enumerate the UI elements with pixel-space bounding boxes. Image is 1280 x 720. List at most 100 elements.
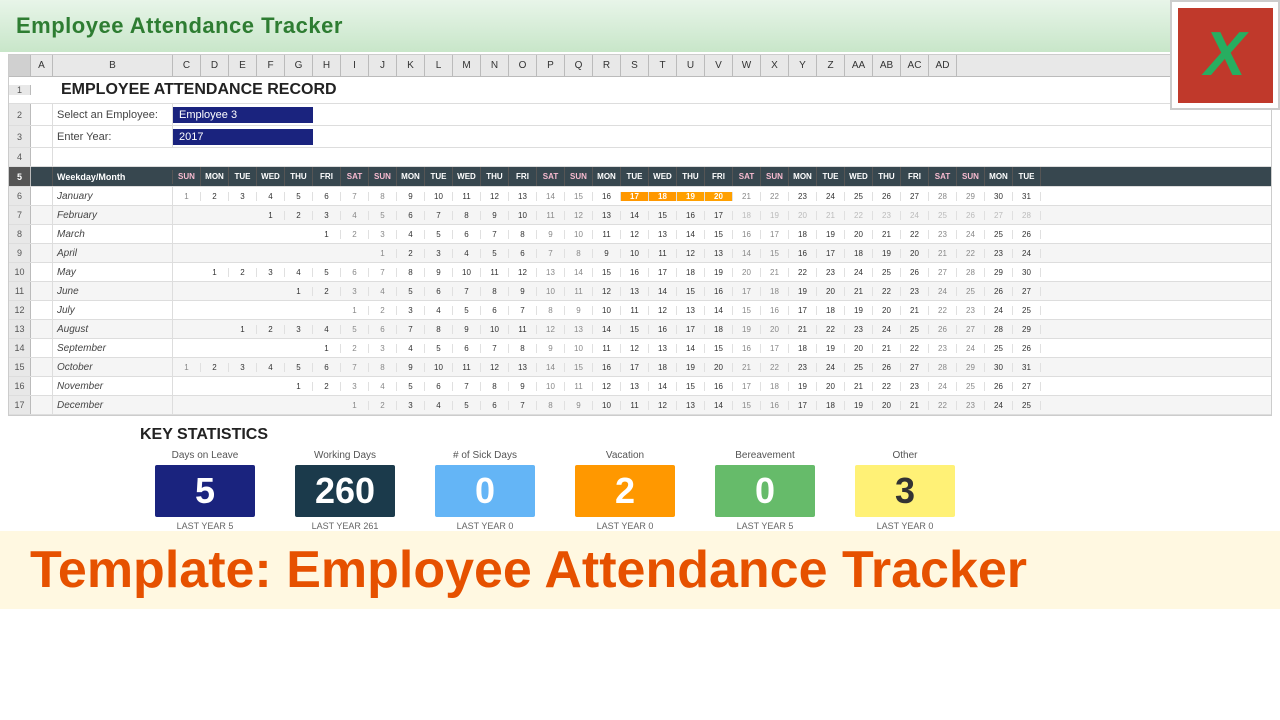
day-cell-november-15: 12 bbox=[593, 382, 621, 391]
day-cell-august-8: 7 bbox=[397, 325, 425, 334]
day-cell-january-3: 4 bbox=[257, 192, 285, 201]
stat-card-bereavement: Bereavement0LAST YEAR 5 bbox=[700, 450, 830, 531]
month-name-june: June bbox=[53, 282, 173, 300]
day-cell-april-13: 7 bbox=[537, 249, 565, 258]
day-cell-september-25: 21 bbox=[873, 344, 901, 353]
day-cell-december-7: 2 bbox=[369, 401, 397, 410]
excel-logo: X bbox=[1170, 0, 1280, 110]
day-cell-november-6: 3 bbox=[341, 382, 369, 391]
day-cell-november-30: 27 bbox=[1013, 382, 1041, 391]
row-num-10: 10 bbox=[9, 263, 31, 281]
month-name-november: November bbox=[53, 377, 173, 395]
cell-9A bbox=[31, 244, 53, 262]
cell-6A bbox=[31, 187, 53, 205]
col-I-header: I bbox=[341, 55, 369, 76]
month-name-january: January bbox=[53, 187, 173, 205]
day-cell-may-19: 19 bbox=[705, 268, 733, 277]
day-cell-august-21: 20 bbox=[761, 325, 789, 334]
day-cell-august-15: 14 bbox=[593, 325, 621, 334]
day-cell-april-12: 6 bbox=[509, 249, 537, 258]
col-N-header: N bbox=[481, 55, 509, 76]
day-cell-april-28: 22 bbox=[957, 249, 985, 258]
month-name-april: April bbox=[53, 244, 173, 262]
day-cell-february-21: 19 bbox=[761, 211, 789, 220]
day-cell-november-10: 7 bbox=[453, 382, 481, 391]
day-cell-december-10: 5 bbox=[453, 401, 481, 410]
day-cell-october-26: 27 bbox=[901, 363, 929, 372]
stat-label-0: Days on Leave bbox=[172, 450, 239, 461]
day-cell-november-26: 23 bbox=[901, 382, 929, 391]
day-cell-march-29: 25 bbox=[985, 230, 1013, 239]
col-O-header: O bbox=[509, 55, 537, 76]
year-value-cell[interactable]: 2017 bbox=[173, 129, 313, 145]
month-name-may: May bbox=[53, 263, 173, 281]
col-X-header: X bbox=[761, 55, 789, 76]
day-cell-october-4: 5 bbox=[285, 363, 313, 372]
day-cell-june-23: 20 bbox=[817, 287, 845, 296]
cell-10A bbox=[31, 263, 53, 281]
day-cell-july-23: 18 bbox=[817, 306, 845, 315]
day-cell-february-11: 9 bbox=[481, 211, 509, 220]
day-cell-february-28: 26 bbox=[957, 211, 985, 220]
day-cell-november-11: 8 bbox=[481, 382, 509, 391]
day-cell-june-9: 6 bbox=[425, 287, 453, 296]
day-cell-july-12: 7 bbox=[509, 306, 537, 315]
day-cell-june-4: 1 bbox=[285, 287, 313, 296]
day-cell-december-11: 6 bbox=[481, 401, 509, 410]
day-cell-august-28: 27 bbox=[957, 325, 985, 334]
select-employee-label: Select an Employee: bbox=[53, 104, 173, 125]
day-cell-april-11: 5 bbox=[481, 249, 509, 258]
col-Z-header: Z bbox=[817, 55, 845, 76]
day-cell-november-17: 14 bbox=[649, 382, 677, 391]
day-cell-november-4: 1 bbox=[285, 382, 313, 391]
day-cell-may-6: 6 bbox=[341, 268, 369, 277]
cell-7A bbox=[31, 206, 53, 224]
row-num-6: 6 bbox=[9, 187, 31, 205]
col-C-header: C bbox=[173, 55, 201, 76]
day-header-mon5: MON bbox=[985, 167, 1013, 186]
sheet-title: EMPLOYEE ATTENDANCE RECORD bbox=[53, 77, 1271, 103]
day-cell-january-30: 31 bbox=[1013, 192, 1041, 201]
day-header-mon1: MON bbox=[201, 167, 229, 186]
day-cell-july-15: 10 bbox=[593, 306, 621, 315]
month-row-september: 14September12345678910111213141516171819… bbox=[9, 339, 1271, 358]
day-cell-april-9: 3 bbox=[425, 249, 453, 258]
day-cell-march-19: 15 bbox=[705, 230, 733, 239]
stat-label-5: Other bbox=[892, 450, 917, 461]
stat-last-year-5: LAST YEAR 0 bbox=[877, 521, 934, 531]
day-cell-july-30: 25 bbox=[1013, 306, 1041, 315]
day-cell-may-27: 27 bbox=[929, 268, 957, 277]
day-cell-march-8: 4 bbox=[397, 230, 425, 239]
day-cell-august-17: 16 bbox=[649, 325, 677, 334]
day-cell-october-1: 2 bbox=[201, 363, 229, 372]
day-cell-february-12: 10 bbox=[509, 211, 537, 220]
day-cell-november-19: 16 bbox=[705, 382, 733, 391]
day-cell-may-28: 28 bbox=[957, 268, 985, 277]
day-cell-july-19: 14 bbox=[705, 306, 733, 315]
col-J-header: J bbox=[369, 55, 397, 76]
day-cell-october-17: 18 bbox=[649, 363, 677, 372]
day-cell-may-4: 4 bbox=[285, 268, 313, 277]
day-cell-august-26: 25 bbox=[901, 325, 929, 334]
day-header-fri3: FRI bbox=[705, 167, 733, 186]
day-cell-march-24: 20 bbox=[845, 230, 873, 239]
day-cell-october-18: 19 bbox=[677, 363, 705, 372]
day-cell-january-10: 11 bbox=[453, 192, 481, 201]
app-header: Employee Attendance Tracker X bbox=[0, 0, 1280, 52]
month-rows-container: 6January12345678910111213141516171819202… bbox=[9, 187, 1271, 415]
col-R-header: R bbox=[593, 55, 621, 76]
day-cell-may-30: 30 bbox=[1013, 268, 1041, 277]
cell-11A bbox=[31, 282, 53, 300]
day-cell-october-20: 21 bbox=[733, 363, 761, 372]
day-cell-june-21: 18 bbox=[761, 287, 789, 296]
day-cell-may-17: 17 bbox=[649, 268, 677, 277]
month-name-december: December bbox=[53, 396, 173, 414]
month-row-october: 15October1234567891011121314151617181920… bbox=[9, 358, 1271, 377]
employee-value-cell[interactable]: Employee 3 bbox=[173, 107, 313, 123]
day-cell-january-8: 9 bbox=[397, 192, 425, 201]
day-cell-february-3: 1 bbox=[257, 211, 285, 220]
day-cell-june-29: 26 bbox=[985, 287, 1013, 296]
day-cell-june-25: 22 bbox=[873, 287, 901, 296]
row-num-header bbox=[9, 55, 31, 76]
row-num-14: 14 bbox=[9, 339, 31, 357]
